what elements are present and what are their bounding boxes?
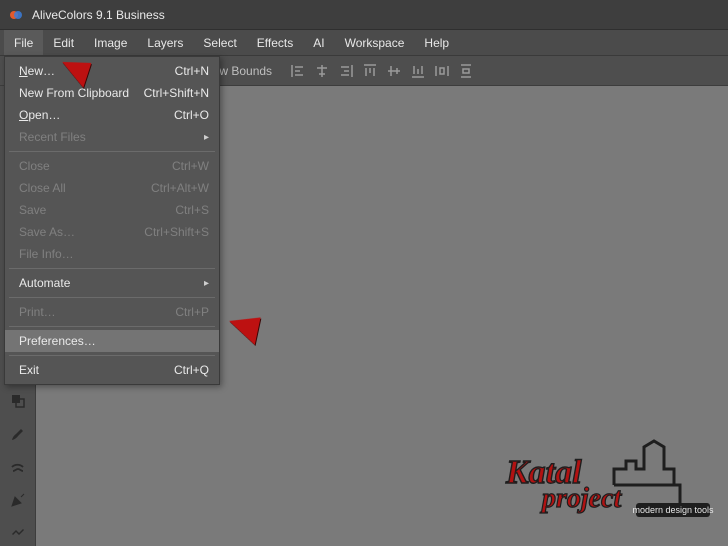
menu-item-label: Automate <box>19 276 70 290</box>
file-menu-preferences[interactable]: Preferences… <box>5 330 219 352</box>
file-menu-close-all: Close All Ctrl+Alt+W <box>5 177 219 199</box>
file-menu-dropdown: New… Ctrl+N New From Clipboard Ctrl+Shift+N… <box>4 56 220 385</box>
menu-separator <box>9 268 215 269</box>
menu-edit[interactable]: Edit <box>43 30 84 55</box>
menu-layers[interactable]: Layers <box>137 30 193 55</box>
file-menu-close: Close Ctrl+W <box>5 155 219 177</box>
menu-item-label: Close All <box>19 181 66 195</box>
chevron-right-icon: ▸ <box>204 278 209 289</box>
file-menu-save: Save Ctrl+S <box>5 199 219 221</box>
pen-tool[interactable] <box>4 486 32 513</box>
align-top-button[interactable] <box>360 61 380 81</box>
menu-item-shortcut: Ctrl+W <box>172 159 209 173</box>
file-menu-automate[interactable]: Automate ▸ <box>5 272 219 294</box>
menu-item-label: Save As… <box>19 225 75 239</box>
file-menu-exit[interactable]: Exit Ctrl+Q <box>5 359 219 381</box>
menu-item-label: New From Clipboard <box>19 86 129 100</box>
file-menu-new[interactable]: New… Ctrl+N <box>5 60 219 82</box>
menu-item-shortcut: Ctrl+Alt+W <box>151 181 209 195</box>
menu-item-shortcut: Ctrl+Q <box>174 363 209 377</box>
clone-tool[interactable] <box>4 387 32 414</box>
align-bottom-button[interactable] <box>408 61 428 81</box>
heal-tool[interactable] <box>4 519 32 546</box>
titlebar: AliveColors 9.1 Business <box>0 0 728 30</box>
align-right-button[interactable] <box>336 61 356 81</box>
menu-item-label: Close <box>19 159 50 173</box>
menu-workspace[interactable]: Workspace <box>335 30 415 55</box>
menu-separator <box>9 355 215 356</box>
menu-effects[interactable]: Effects <box>247 30 303 55</box>
menu-item-label: Exit <box>19 363 39 377</box>
menu-item-shortcut: Ctrl+P <box>175 305 209 319</box>
distribute-v-button[interactable] <box>456 61 476 81</box>
app-icon <box>8 7 24 23</box>
file-menu-print: Print… Ctrl+P <box>5 301 219 323</box>
menu-item-label: Preferences… <box>19 334 96 348</box>
menu-item-label: Recent Files <box>19 130 86 144</box>
svg-text:project: project <box>540 483 623 514</box>
menu-image[interactable]: Image <box>84 30 137 55</box>
menu-item-shortcut: Ctrl+Shift+N <box>144 86 209 100</box>
menubar: FileEditImageLayersSelectEffectsAIWorksp… <box>0 30 728 56</box>
menu-select[interactable]: Select <box>193 30 246 55</box>
file-menu-file-info: File Info… <box>5 243 219 265</box>
file-menu-new-from-clipboard[interactable]: New From Clipboard Ctrl+Shift+N <box>5 82 219 104</box>
menu-separator <box>9 326 215 327</box>
menu-item-shortcut: Ctrl+S <box>175 203 209 217</box>
brush-tool[interactable] <box>4 420 32 447</box>
align-hcenter-button[interactable] <box>312 61 332 81</box>
menu-item-label: New… <box>19 64 55 78</box>
file-menu-recent-files: Recent Files ▸ <box>5 126 219 148</box>
menu-item-shortcut: Ctrl+Shift+S <box>144 225 209 239</box>
svg-text:modern design tools: modern design tools <box>632 505 714 515</box>
menu-item-label: Open… <box>19 108 60 122</box>
chevron-right-icon: ▸ <box>204 132 209 143</box>
align-left-button[interactable] <box>288 61 308 81</box>
distribute-h-button[interactable] <box>432 61 452 81</box>
menu-ai[interactable]: AI <box>303 30 334 55</box>
annotation-arrow <box>225 311 260 345</box>
menu-item-shortcut: Ctrl+N <box>175 64 209 78</box>
align-vcenter-button[interactable] <box>384 61 404 81</box>
menu-item-label: Save <box>19 203 46 217</box>
align-button-group <box>288 61 476 81</box>
file-menu-save-as: Save As… Ctrl+Shift+S <box>5 221 219 243</box>
menu-item-label: Print… <box>19 305 56 319</box>
menu-file[interactable]: File <box>4 30 43 55</box>
smudge-tool[interactable] <box>4 453 32 480</box>
watermark-logo: Katal project modern design tools <box>504 439 714 532</box>
menu-item-label: File Info… <box>19 247 74 261</box>
menu-separator <box>9 151 215 152</box>
file-menu-open[interactable]: Open… Ctrl+O <box>5 104 219 126</box>
menu-item-shortcut: Ctrl+O <box>174 108 209 122</box>
menu-help[interactable]: Help <box>414 30 459 55</box>
menu-separator <box>9 297 215 298</box>
app-title: AliveColors 9.1 Business <box>32 8 165 22</box>
